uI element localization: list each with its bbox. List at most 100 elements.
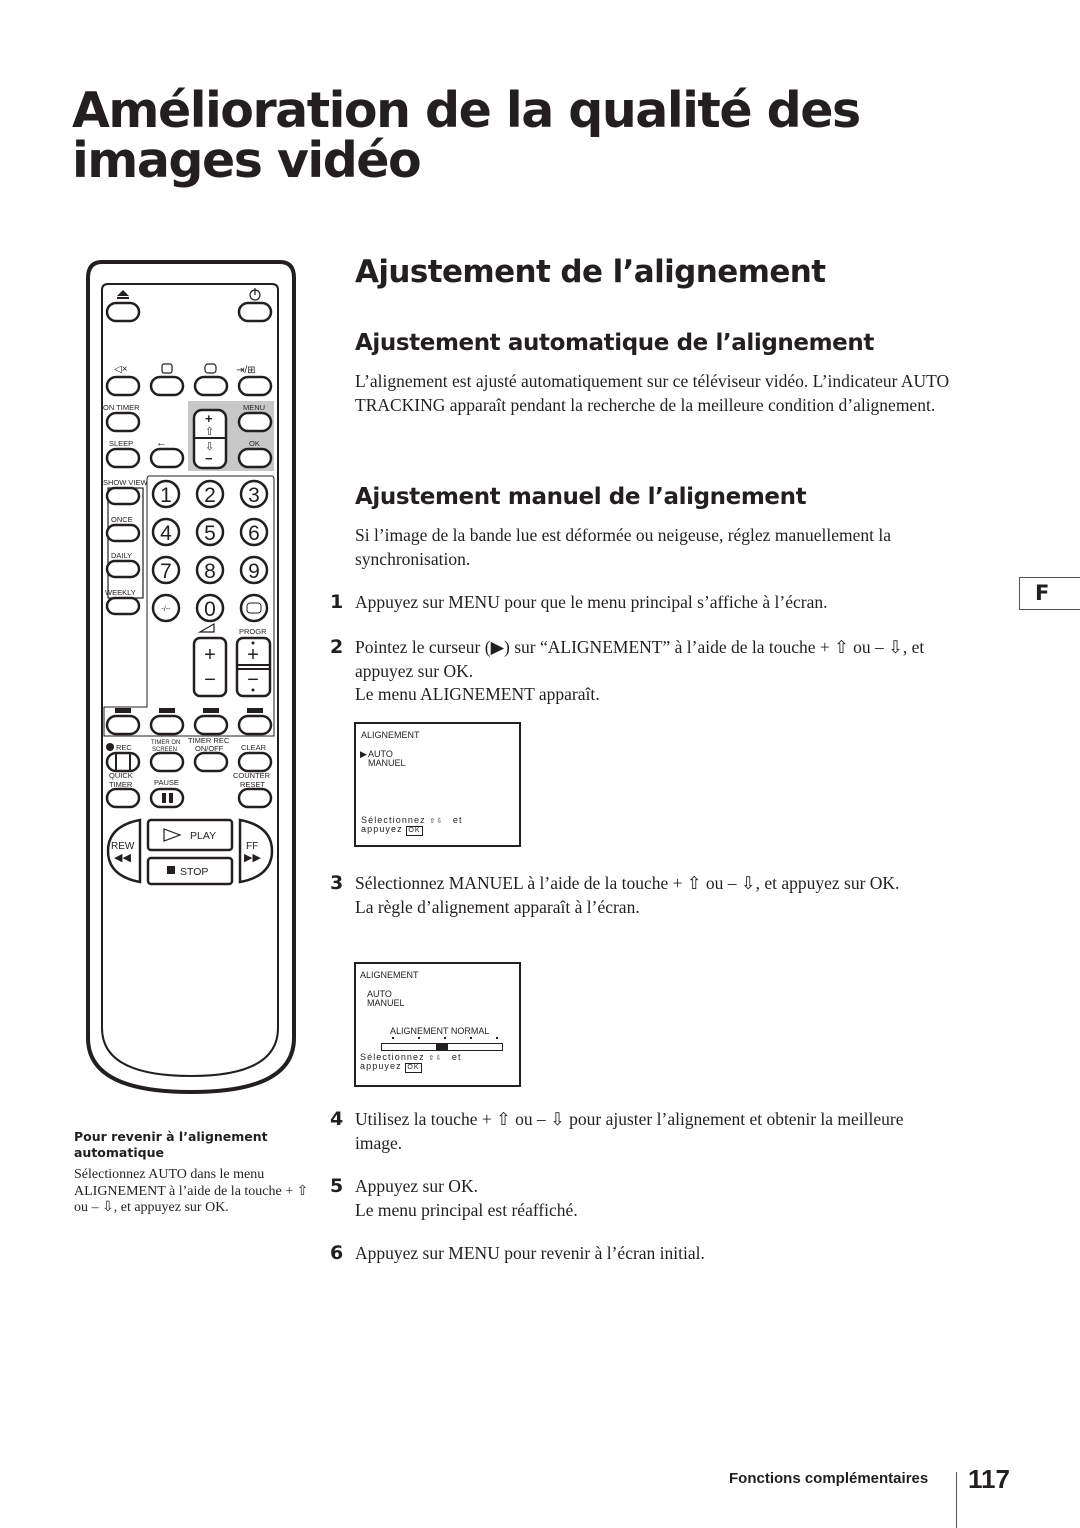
digit-5-button: 5	[195, 517, 225, 547]
step-3: 3 Sélectionnez MANUEL à l’aide de la tou…	[330, 872, 940, 919]
progr-label: PROGR	[239, 627, 267, 636]
ok-button	[237, 447, 273, 469]
fast-forward-icon: ▶▶	[244, 852, 261, 864]
on-timer-label: ON TIMER	[103, 403, 140, 412]
option-manuel: MANUEL	[367, 998, 405, 1008]
scale-ticks	[392, 1037, 498, 1041]
sleep-button	[105, 447, 141, 469]
digit-0-button: 0	[195, 593, 225, 623]
mute-icon: ◁×	[114, 364, 128, 375]
up-arrow-icon: ⇧	[205, 426, 214, 438]
plus-icon: +	[205, 411, 213, 426]
step-2: 2 Pointez le curseur (▶) sur “ALIGNEMENT…	[330, 636, 940, 707]
digit-label: 7	[160, 560, 172, 583]
digit-label: 3	[248, 484, 260, 507]
manual-section-heading: Ajustement manuel de l’alignement	[355, 484, 807, 510]
input-select-icon: ⇥/⊞	[236, 365, 256, 376]
svg-text:STOP: STOP	[180, 866, 208, 878]
footer-section-label: Fonctions complémentaires	[729, 1470, 929, 1487]
hint-press: appuyez	[361, 824, 403, 834]
digit-9-button: 9	[239, 555, 269, 585]
step-text: Appuyez sur OK.	[355, 1176, 478, 1196]
digit-2-button: 2	[195, 479, 225, 509]
clear-button	[237, 751, 273, 773]
footer-divider	[956, 1472, 957, 1528]
digit-3-button: 3	[239, 479, 269, 509]
minus-icon: −	[205, 451, 213, 466]
quick-timer-button	[105, 787, 141, 809]
pause-icon	[162, 793, 166, 803]
screen-title: ALIGNEMENT	[360, 970, 419, 980]
timer-rec-button	[193, 751, 229, 773]
digit-label: 5	[204, 522, 216, 545]
svg-text:−: −	[204, 669, 216, 691]
weekly-button	[105, 596, 141, 616]
digit-label: 1	[160, 484, 172, 507]
menu-button	[237, 411, 273, 433]
hint-et: et	[452, 815, 463, 825]
once-label: ONCE	[111, 515, 133, 524]
svg-text:-/--: -/--	[162, 606, 172, 613]
counter-reset-button	[237, 787, 273, 809]
step-text: Appuyez sur MENU pour revenir à l’écran …	[355, 1243, 705, 1263]
up-down-arrows-icon: ⇧⇩	[429, 818, 444, 825]
step-text: Sélectionnez MANUEL à l’aide de la touch…	[355, 873, 900, 893]
step-5: 5 Appuyez sur OK. Le menu principal est …	[330, 1175, 950, 1222]
show-view-label: SHOW VIEW	[103, 478, 149, 487]
digit-label: 9	[248, 560, 260, 583]
svg-text:TIMER: TIMER	[109, 780, 133, 789]
alignment-scale-screen: ALIGNEMENT AUTO MANUEL ALIGNEMENT NORMAL…	[354, 962, 521, 1087]
rec-label: REC	[116, 743, 132, 752]
step-number: 5	[330, 1175, 344, 1197]
option-manuel: MANUEL	[368, 758, 406, 768]
digit-4-button: 4	[151, 517, 181, 547]
hint-press: appuyez	[360, 1061, 402, 1071]
quick-timer-label: QUICK	[109, 771, 133, 780]
scale-tick	[444, 1037, 446, 1039]
ok-key-icon: OK	[406, 826, 423, 836]
svg-text:FF: FF	[246, 841, 258, 852]
back-arrow-icon: ←	[156, 437, 167, 449]
digit-1-button: 1	[151, 479, 181, 509]
step-4: 4 Utilisez la touche + ⇧ ou – ⇩ pour aju…	[330, 1108, 910, 1155]
step-6: 6 Appuyez sur MENU pour revenir à l’écra…	[330, 1242, 950, 1266]
screen-title: ALIGNEMENT	[361, 730, 420, 740]
auto-section-body: L’alignement est ajusté automatiquement …	[355, 371, 950, 415]
numeric-keypad: 1 2 3 4 5 6 7 8 9	[151, 479, 269, 585]
digit-7-button: 7	[151, 555, 181, 585]
stop-icon	[167, 866, 175, 874]
svg-text:−: −	[247, 669, 259, 691]
step-number: 1	[330, 591, 344, 613]
record-dot-icon	[106, 743, 114, 751]
scale-tick	[392, 1037, 394, 1039]
step-text: Pointez le curseur (▶) sur “ALIGNEMENT” …	[355, 637, 925, 681]
svg-text:+: +	[247, 644, 259, 666]
rec-button	[105, 751, 141, 773]
sidebar-note-title: Pour revenir à l’alignement automatique	[74, 1129, 268, 1160]
digit-label: 4	[160, 522, 172, 545]
manual-section-body: Si l’image de la bande lue est déformée …	[355, 525, 891, 569]
ok-key-icon: OK	[405, 1063, 422, 1073]
step-note: La règle d’alignement apparaît à l’écran…	[355, 896, 640, 917]
weekly-label: WEEKLY	[105, 588, 136, 597]
page-title: Amélioration de la qualité des images vi…	[72, 82, 861, 189]
step-1: 1 Appuyez sur MENU pour que le menu prin…	[330, 591, 950, 615]
input-button	[237, 375, 273, 397]
counter-reset-label: COUNTER	[233, 771, 271, 780]
scale-marker	[436, 1044, 448, 1050]
once-button	[105, 523, 141, 543]
step-number: 3	[330, 872, 344, 894]
daily-label: DAILY	[111, 551, 132, 560]
alignment-menu-screen: ALIGNEMENT ▶ AUTO MANUEL Sélectionnez ⇧⇩…	[354, 722, 521, 847]
up-down-arrows-icon: ⇧⇩	[428, 1055, 443, 1062]
svg-text:RESET: RESET	[240, 780, 265, 789]
step-number: 2	[330, 636, 344, 658]
clear-label: CLEAR	[241, 743, 267, 752]
step-note: Le menu ALIGNEMENT apparaît.	[355, 684, 600, 705]
section-title: Ajustement de l’alignement	[355, 254, 826, 290]
svg-text:REW: REW	[111, 841, 135, 852]
picture-button	[149, 375, 185, 397]
digit-6-button: 6	[239, 517, 269, 547]
step-number: 6	[330, 1242, 344, 1264]
pause-label: PAUSE	[154, 778, 179, 787]
